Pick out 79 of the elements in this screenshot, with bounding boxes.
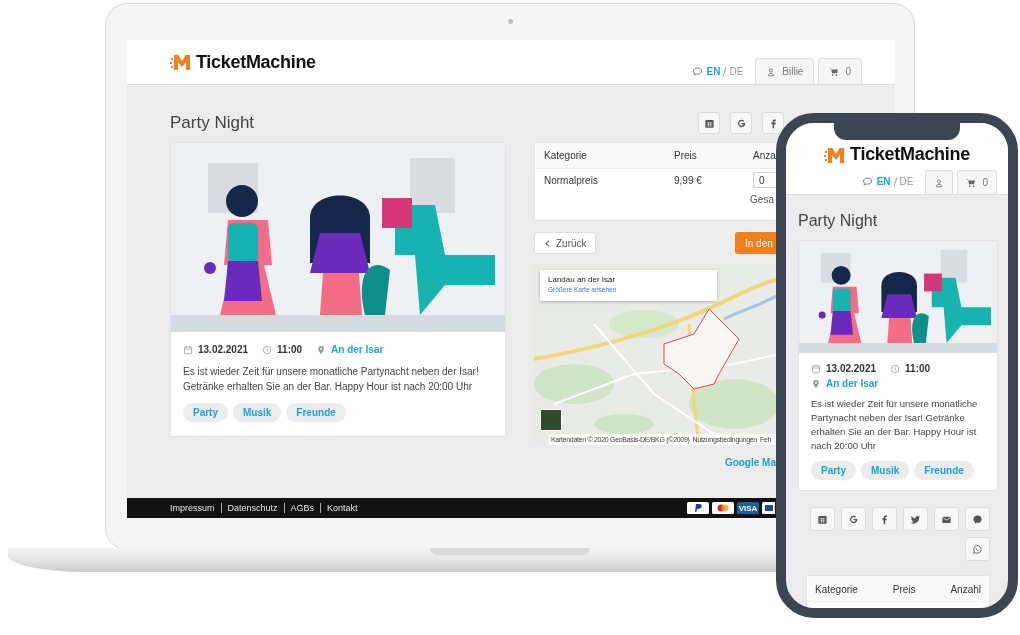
satellite-toggle[interactable] [540,409,562,431]
cart-icon [966,177,977,188]
clock-icon [890,363,901,374]
paypal-icon [687,502,709,514]
quantity-field[interactable]: 0 [753,172,775,188]
column-header: Anzahl [950,584,981,597]
column-header: Kategorie [815,584,858,597]
bird-icon [910,513,921,525]
calendar-icon [703,117,715,129]
table-cell-text: 9,99 € [674,175,703,186]
tag[interactable]: Party [183,403,228,422]
phone-bubble-icon [972,543,983,555]
language-link[interactable]: DE [729,66,744,77]
cart-icon [829,66,840,77]
calendar-icon [183,344,193,355]
table-cell-text: Normalpreis [544,175,599,186]
tag[interactable]: Musik [233,403,282,422]
event-date: 13.02.2021 [198,344,249,355]
sepa-icon [762,502,775,514]
share-button[interactable] [965,507,990,531]
g-icon [735,117,747,129]
language-link[interactable]: EN [876,176,891,187]
share-button[interactable] [841,507,866,531]
tag[interactable]: Party [811,461,856,480]
calendar-button[interactable] [810,507,835,531]
event-description: Es ist wieder Zeit für unsere monatliche Partynacht neben der Isar! Getränke erhalten Sie an der Bar. Happy Hour ist nach 20:00 Uhr [183,365,480,394]
event-time: 11:00 [905,363,931,374]
share-button[interactable] [903,507,928,531]
column-header: Kategorie [544,150,588,161]
user-icon [934,177,945,188]
add-to-cart-button[interactable]: In den [735,232,776,254]
speech-bubble-icon [972,513,983,525]
calendar-icon [811,363,821,374]
tag[interactable]: Freunde [286,403,346,422]
column-header: Preis [674,150,698,161]
place-name: Landau an der Isar [548,275,617,284]
f-icon [879,513,890,525]
visa-badge: VISA [737,502,759,514]
cart-button[interactable]: 0 [818,58,862,84]
chevron-left-icon [543,238,552,248]
share-button[interactable] [730,112,752,134]
location-link[interactable]: An der Isar [826,378,879,389]
back-button[interactable]: Zurück [534,232,596,254]
share-button[interactable] [762,112,784,134]
event-time: 11:00 [277,344,303,355]
pin-icon [316,344,327,355]
camera-dot [508,19,513,24]
event-description: Es ist wieder Zeit für unsere monatliche Partynacht neben der Isar! Getränke erhalten Sie an der Bar. Happy Hour ist nach 20:00 Uhr [811,397,979,453]
g-icon [848,513,859,525]
calendar-button[interactable] [698,112,720,134]
share-button[interactable] [872,507,897,531]
speech-bubble-icon [861,176,873,187]
language-link[interactable]: DE [899,176,914,187]
tag[interactable]: Musik [861,461,910,480]
share-button[interactable] [934,507,959,531]
cart-button[interactable]: 0 [957,170,997,194]
column-header: Preis [892,584,916,597]
speech-bubble-icon [691,66,703,77]
calendar-icon [817,513,828,525]
footer-link[interactable]: Datenschutz [220,503,284,513]
card-logo-icon [712,502,734,514]
event-title: Party Night [798,212,879,230]
user-icon [766,66,777,77]
footer-link[interactable]: AGBs [283,503,321,513]
column-header: Anza [753,150,777,161]
footer-link[interactable]: Kontakt [320,503,364,513]
pin-icon [811,378,821,389]
tag[interactable]: Freunde [914,461,974,480]
language-link[interactable]: EN [706,66,721,77]
footer-link[interactable]: Impressum [170,503,221,513]
brand-name: TicketMachine [196,51,316,73]
brand-name: TicketMachine [850,144,970,165]
event-title: Party Night [170,113,255,133]
location-link[interactable]: An der Isar [331,344,384,355]
user-button[interactable]: Billie [755,58,815,84]
total-label: Gesa [750,194,774,205]
google-maps-link[interactable]: Google Ma [724,457,776,468]
clock-icon [262,344,273,355]
event-date: 13.02.2021 [826,363,877,374]
